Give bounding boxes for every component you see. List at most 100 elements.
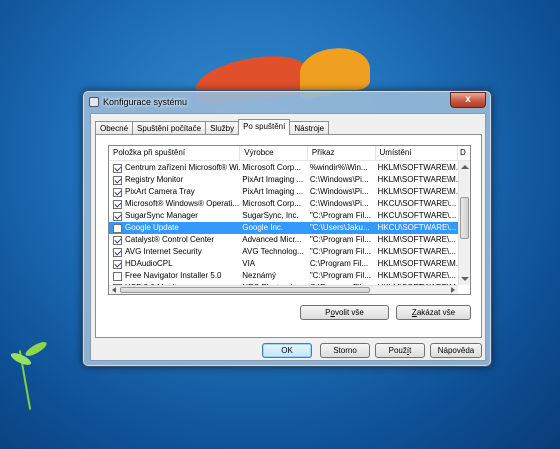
list-rows: Centrum zařízení Microsoft® Wi... Microso… — [109, 162, 458, 288]
item-checkbox[interactable] — [113, 235, 122, 245]
vertical-scroll-thumb[interactable] — [460, 197, 469, 239]
location-cell: HKLM\SOFTWARE\M... — [377, 259, 458, 268]
location-cell: HKLM\SOFTWARE\M... — [377, 163, 458, 172]
item-checkbox[interactable] — [113, 175, 122, 185]
location-cell: HKLM\SOFTWARE\M... — [377, 175, 458, 184]
column-header-date[interactable]: D — [458, 146, 470, 160]
list-row[interactable]: Centrum zařízení Microsoft® Wi... Microso… — [109, 162, 458, 174]
item-cell: PixArt Camera Tray — [109, 186, 240, 198]
item-checkbox[interactable] — [113, 187, 122, 197]
window-title: Konfigurace systému — [103, 97, 188, 107]
disable-all-label-post: akázat vše — [416, 308, 456, 317]
item-name: Centrum zařízení Microsoft® Wi... — [125, 163, 241, 172]
command-cell: "C:\Program Fil... — [309, 211, 371, 220]
plant-leaf-decoration — [23, 339, 49, 359]
item-cell: AVG Internet Security — [109, 246, 240, 258]
list-row[interactable]: Registry Monitor PixArt Imaging ... C:\Win… — [109, 174, 458, 186]
tab-boot[interactable]: Spuštění počítače — [132, 121, 207, 135]
command-cell: "C:\Users\Jaku... — [309, 223, 370, 232]
column-header-item[interactable]: Položka při spuštění — [109, 146, 241, 160]
command-cell: %windir%\Win... — [309, 163, 368, 172]
item-checkbox[interactable] — [113, 223, 122, 233]
startup-items-list[interactable]: Položka při spuštění Výrobce Příkaz Umís… — [108, 145, 471, 295]
item-name: PixArt Camera Tray — [125, 187, 195, 196]
item-name: Free Navigator Installer 5.0 — [125, 271, 222, 280]
item-checkbox[interactable] — [113, 163, 122, 173]
item-name: Microsoft® Windows® Operati... — [125, 199, 240, 208]
title-bar[interactable]: Konfigurace systému x — [83, 91, 491, 113]
tab-startup[interactable]: Po spuštění — [238, 119, 291, 135]
scroll-left-arrow-icon[interactable] — [112, 287, 116, 293]
item-cell: Centrum zařízení Microsoft® Wi... — [109, 162, 240, 174]
tab-strip: Obecné Spuštění počítače Služby Po spušt… — [95, 119, 330, 135]
vendor-cell: Google Inc. — [242, 223, 284, 232]
vendor-cell: Advanced Micr... — [242, 235, 302, 244]
item-name: AVG Internet Security — [125, 247, 202, 256]
command-cell: C:\Windows\Pi... — [309, 187, 369, 196]
item-checkbox[interactable] — [113, 247, 122, 257]
command-cell: C:\Program Fil... — [309, 259, 369, 268]
item-name: Google Update — [125, 223, 179, 232]
startup-tab-panel: Položka při spuštění Výrobce Příkaz Umís… — [95, 134, 482, 338]
command-cell: "C:\Program Fil... — [309, 235, 371, 244]
vendor-cell: PixArt Imaging ... — [242, 187, 304, 196]
dialog-client-area: Obecné Spuštění počítače Služby Po spušt… — [90, 113, 486, 361]
list-row[interactable]: SugarSync Manager SugarSync, Inc. "C:\Prog… — [109, 210, 458, 222]
desktop: { "window": { "title": "Konfigurace syst… — [0, 0, 560, 449]
command-cell: "C:\Program Fil... — [309, 247, 371, 256]
enable-all-button[interactable]: Povolit vše — [300, 305, 389, 320]
apply-label-post: t — [409, 346, 412, 355]
help-button[interactable]: Nápověda — [430, 343, 482, 358]
vendor-cell: AVG Technolog... — [242, 247, 304, 256]
list-row[interactable]: AVG Internet Security AVG Technolog... "C:… — [109, 246, 458, 258]
vertical-scrollbar[interactable] — [458, 161, 470, 285]
list-row[interactable]: Microsoft® Windows® Operati... Microsoft … — [109, 198, 458, 210]
item-cell: Google Update — [109, 222, 240, 234]
item-cell: SugarSync Manager — [109, 210, 240, 222]
vendor-cell: PixArt Imaging ... — [242, 175, 304, 184]
close-button[interactable]: x — [450, 92, 486, 108]
scroll-up-arrow-icon[interactable] — [461, 165, 469, 169]
location-cell: HKCU\SOFTWARE\... — [377, 223, 457, 232]
apply-label-pre: Použ — [388, 346, 407, 355]
item-cell: Registry Monitor — [109, 174, 240, 186]
tab-services[interactable]: Služby — [205, 121, 240, 135]
item-checkbox[interactable] — [113, 259, 122, 269]
column-header-command[interactable]: Příkaz — [308, 146, 376, 160]
location-cell: HKLM\SOFTWARE\... — [377, 271, 456, 280]
list-row[interactable]: Free Navigator Installer 5.0 Neznámý "C:\P… — [109, 270, 458, 282]
list-header: Položka při spuštění Výrobce Příkaz Umís… — [109, 146, 470, 161]
list-row[interactable]: PixArt Camera Tray PixArt Imaging ... C:\W… — [109, 186, 458, 198]
item-cell: Microsoft® Windows® Operati... — [109, 198, 240, 210]
vendor-cell: Neznámý — [242, 271, 277, 280]
scroll-down-arrow-icon[interactable] — [461, 277, 469, 281]
tab-tools[interactable]: Nástroje — [289, 121, 330, 135]
list-row[interactable]: Google Update Google Inc. "C:\Users\Jaku..… — [109, 222, 458, 234]
item-name: SugarSync Manager — [125, 211, 198, 220]
item-checkbox[interactable] — [113, 211, 122, 221]
location-cell: HKLM\SOFTWARE\... — [377, 235, 456, 244]
item-checkbox[interactable] — [113, 199, 122, 209]
vendor-cell: Microsoft Corp... — [242, 199, 301, 208]
list-row[interactable]: HDAudioCPL VIA C:\Program Fil... HKLM\SOFTW… — [109, 258, 458, 270]
horizontal-scrollbar[interactable] — [109, 285, 458, 294]
horizontal-scroll-thumb[interactable] — [120, 287, 370, 293]
msconfig-app-icon — [89, 97, 99, 107]
disable-all-button[interactable]: Zakázat vše — [396, 305, 471, 320]
item-cell: HDAudioCPL — [109, 258, 240, 270]
command-cell: C:\Windows\Pi... — [309, 175, 369, 184]
cancel-button[interactable]: Storno — [320, 343, 370, 358]
column-header-vendor[interactable]: Výrobce — [240, 146, 308, 160]
item-cell: Free Navigator Installer 5.0 — [109, 270, 240, 282]
list-row[interactable]: Catalyst® Control Center Advanced Micr...… — [109, 234, 458, 246]
tab-general[interactable]: Obecné — [95, 121, 134, 135]
apply-button[interactable]: Použít — [375, 343, 425, 358]
item-cell: Catalyst® Control Center — [109, 234, 240, 246]
item-name: HDAudioCPL — [125, 259, 173, 268]
vendor-cell: SugarSync, Inc. — [242, 211, 299, 220]
command-cell: C:\Windows\Pi... — [309, 199, 369, 208]
column-header-location[interactable]: Umístění — [376, 146, 459, 160]
ok-button[interactable]: OK — [262, 343, 312, 358]
item-checkbox[interactable] — [113, 271, 122, 281]
scroll-right-arrow-icon[interactable] — [451, 287, 455, 293]
